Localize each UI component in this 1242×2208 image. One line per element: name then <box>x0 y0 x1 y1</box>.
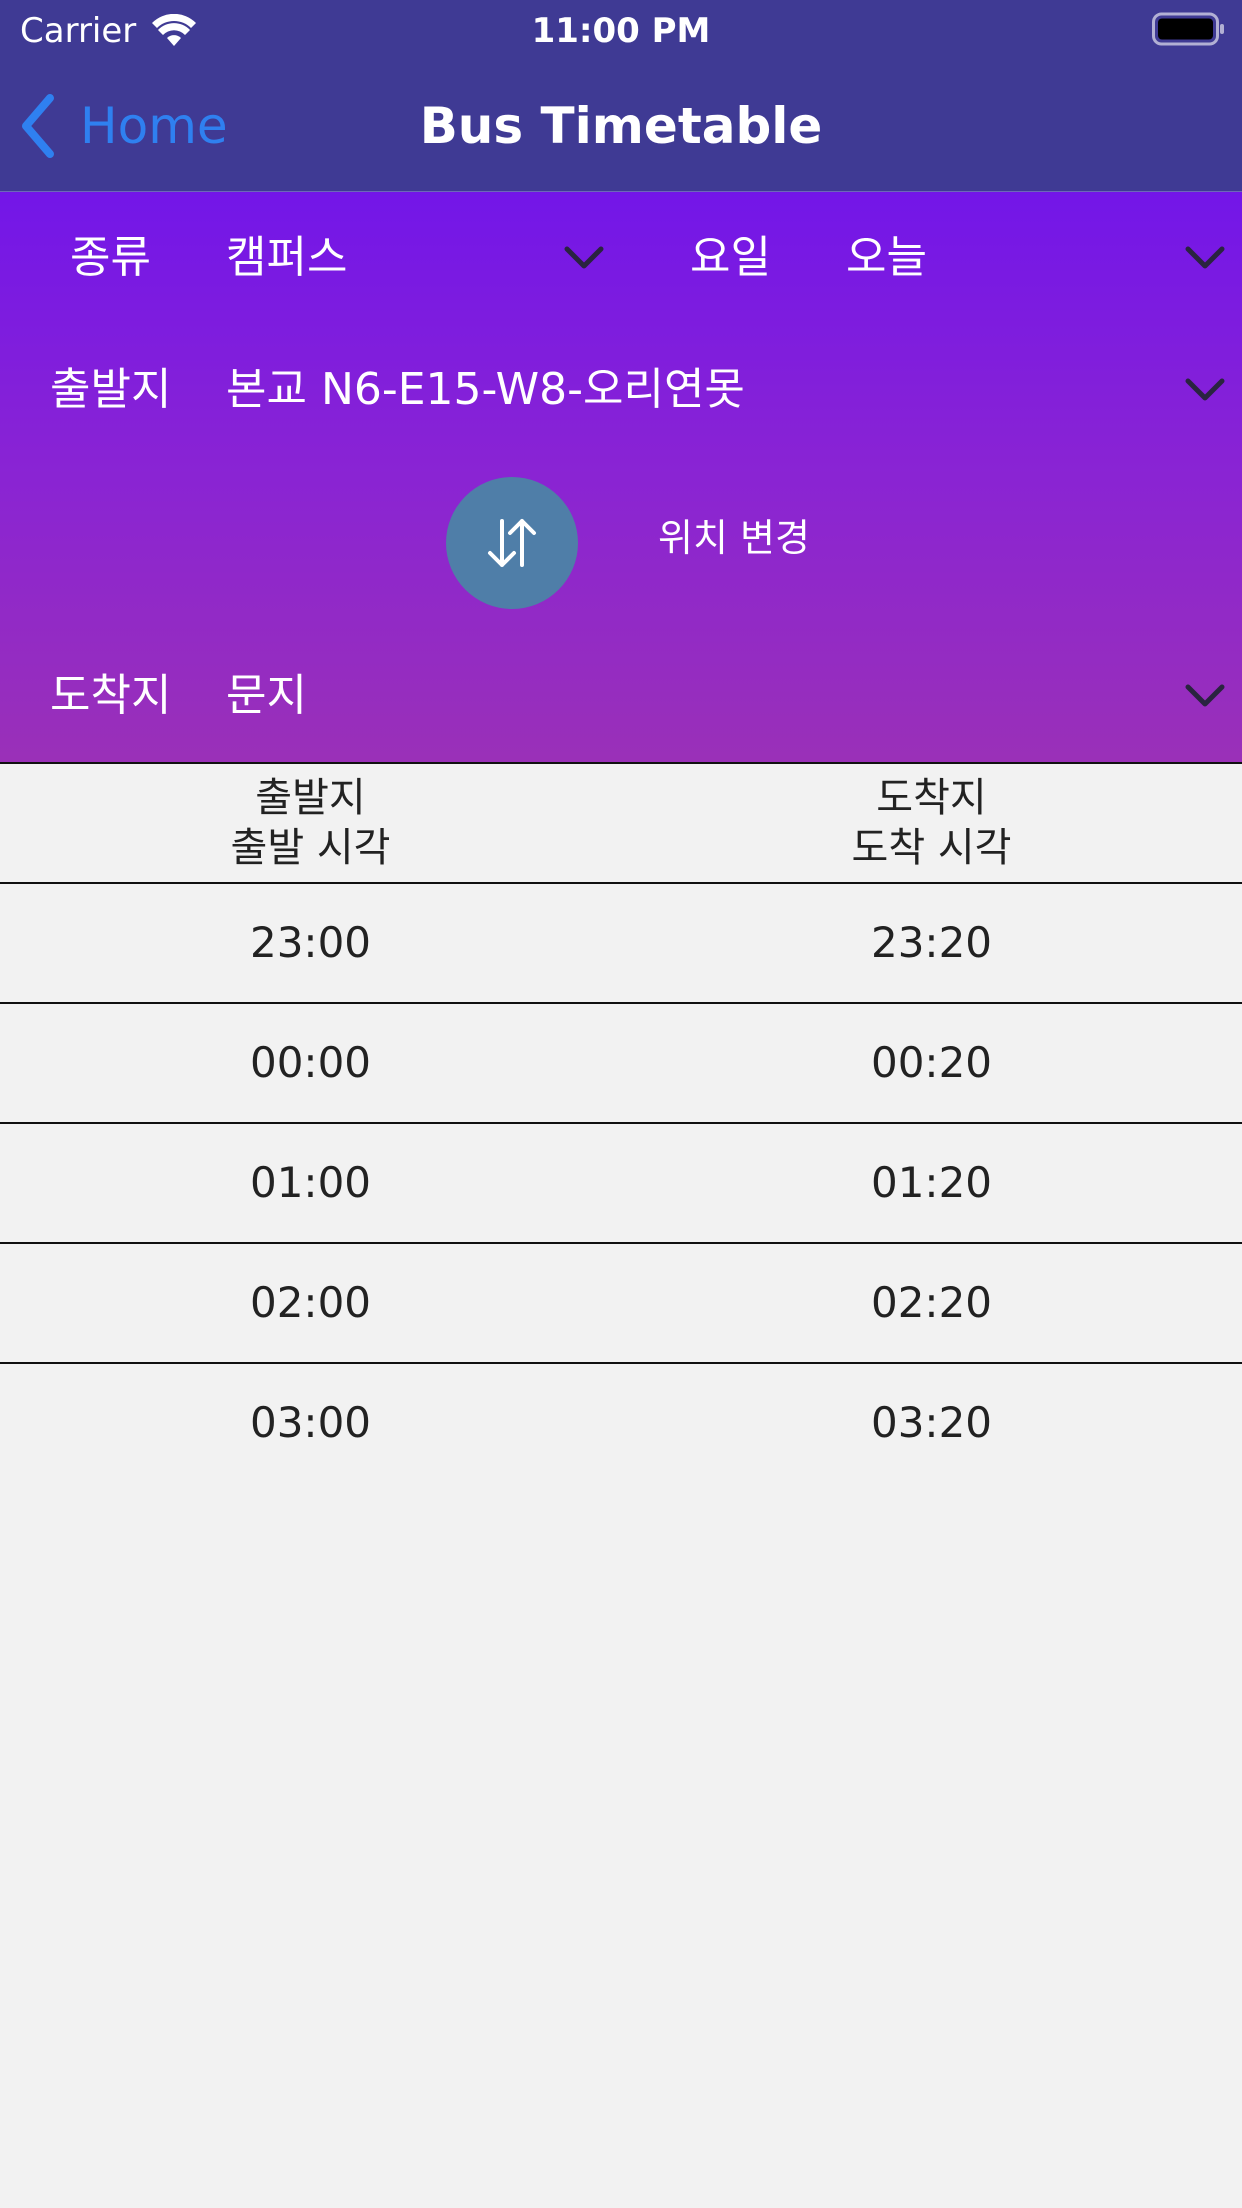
swap-arrows-icon <box>488 519 536 567</box>
table-header: 출발지 출발 시각 도착지 도착 시각 <box>0 764 1242 882</box>
departure-time: 23:00 <box>249 918 372 967</box>
header-arrival-place: 도착지 <box>876 775 987 821</box>
chevron-down-icon[interactable] <box>1184 683 1226 709</box>
table-row[interactable]: 23:00 23:20 <box>0 884 1242 1002</box>
destination-label: 도착지 <box>50 670 172 721</box>
timetable: 출발지 출발 시각 도착지 도착 시각 23:00 23:20 00:00 00… <box>0 762 1242 1482</box>
chevron-down-icon[interactable] <box>563 245 605 271</box>
header-arrival: 도착지 도착 시각 <box>621 764 1242 882</box>
day-label: 요일 <box>690 232 771 283</box>
arrival-time: 01:20 <box>870 1158 993 1207</box>
arrival-time: 02:20 <box>870 1278 993 1327</box>
header-arrival-time: 도착 시각 <box>851 825 1012 871</box>
arrival-time: 23:20 <box>870 918 993 967</box>
chevron-down-icon[interactable] <box>1184 377 1226 403</box>
departure-time: 03:00 <box>249 1398 372 1447</box>
header-departure-time: 출발 시각 <box>230 825 391 871</box>
type-label: 종류 <box>70 232 151 283</box>
filter-panel: 종류 캠퍼스 요일 오늘 출발지 본교 N6-E15-W8-오리연못 위치 변경… <box>0 192 1242 762</box>
table-row[interactable]: 01:00 01:20 <box>0 1124 1242 1242</box>
type-dropdown[interactable]: 캠퍼스 <box>226 228 347 288</box>
top-bar: Carrier 11:00 PM Home Bus Timetable <box>0 0 1242 192</box>
arrival-time: 00:20 <box>870 1038 993 1087</box>
header-departure: 출발지 출발 시각 <box>0 764 621 882</box>
origin-label: 출발지 <box>50 364 172 415</box>
chevron-down-icon[interactable] <box>1184 245 1226 271</box>
destination-dropdown[interactable]: 문지 <box>226 666 307 726</box>
day-dropdown[interactable]: 오늘 <box>846 228 927 288</box>
arrival-time: 03:20 <box>870 1398 993 1447</box>
departure-time: 00:00 <box>249 1038 372 1087</box>
origin-dropdown[interactable]: 본교 N6-E15-W8-오리연못 <box>226 360 745 420</box>
swap-label[interactable]: 위치 변경 <box>658 512 810 564</box>
table-row[interactable]: 02:00 02:20 <box>0 1244 1242 1362</box>
status-time: 11:00 PM <box>531 11 711 51</box>
header-departure-place: 출발지 <box>255 775 366 821</box>
page-title: Bus Timetable <box>419 97 823 155</box>
departure-time: 01:00 <box>249 1158 372 1207</box>
table-row[interactable]: 03:00 03:20 <box>0 1364 1242 1482</box>
table-row[interactable]: 00:00 00:20 <box>0 1004 1242 1122</box>
swap-button[interactable] <box>446 477 578 609</box>
battery-icon <box>1152 12 1224 46</box>
departure-time: 02:00 <box>249 1278 372 1327</box>
